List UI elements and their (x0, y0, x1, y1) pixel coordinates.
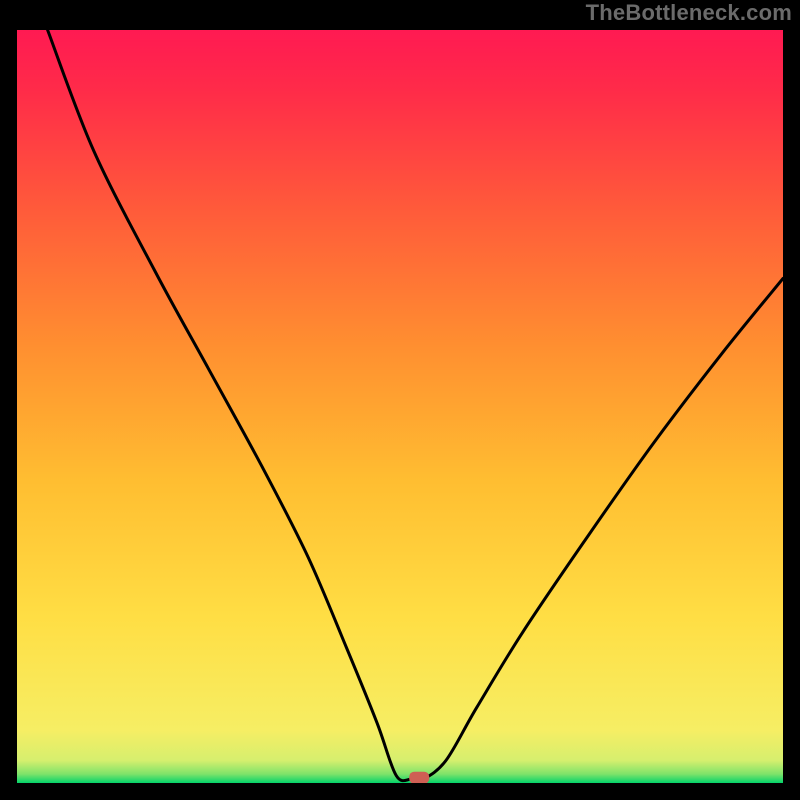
plot-area (17, 30, 783, 783)
bottleneck-curve (48, 30, 783, 781)
curve-svg (17, 30, 783, 783)
watermark-text: TheBottleneck.com (586, 0, 792, 26)
valley-marker (409, 772, 429, 783)
frame: TheBottleneck.com (0, 0, 800, 800)
